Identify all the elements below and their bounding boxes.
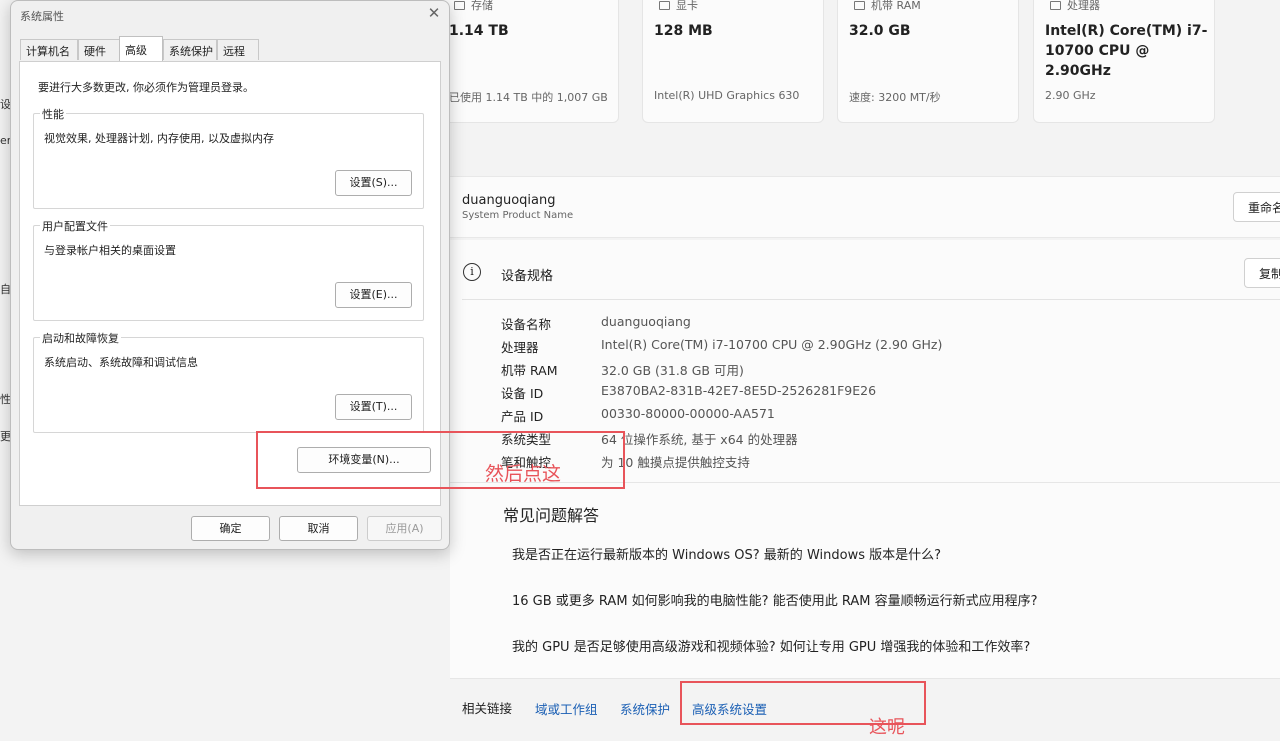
card-sub: 已使用 1.14 TB 中的 1,007 GB — [449, 91, 608, 104]
link-domain-workgroup[interactable]: 域或工作组 — [535, 699, 598, 718]
performance-group: 性能 视觉效果, 处理器计划, 内存使用, 以及虚拟内存 设置(S)... — [33, 106, 424, 209]
ram-icon — [854, 0, 865, 10]
card-caption: 存储 — [471, 0, 493, 12]
left-edge-text: 性 — [0, 393, 10, 406]
performance-settings-button[interactable]: 设置(S)... — [335, 170, 412, 196]
gpu-icon — [659, 0, 670, 10]
spec-value: 64 位操作系统, 基于 x64 的处理器 — [601, 432, 798, 447]
faq-question[interactable]: 我是否正在运行最新版本的 Windows OS? 最新的 Windows 版本是… — [512, 544, 941, 563]
left-edge-text: 设 — [0, 98, 10, 111]
group-desc: 系统启动、系统故障和调试信息 — [44, 356, 198, 369]
faq-section: 常见问题解答 我是否正在运行最新版本的 Windows OS? 最新的 Wind… — [450, 482, 1280, 678]
copy-button[interactable]: 复制 — [1244, 258, 1280, 288]
spec-value: duanguoqiang — [601, 314, 691, 329]
group-label: 启动和故障恢复 — [40, 330, 121, 346]
spec-value: Intel(R) Core(TM) i7-10700 CPU @ 2.90GHz… — [601, 337, 943, 352]
close-icon[interactable]: ✕ — [427, 6, 441, 21]
left-edge-text: 自 — [0, 283, 10, 296]
admin-notice: 要进行大多数更改, 你必须作为管理员登录。 — [38, 81, 254, 94]
startup-recovery-settings-button[interactable]: 设置(T)... — [335, 394, 412, 420]
divider — [462, 299, 1280, 300]
card-value: 1.14 TB — [449, 23, 509, 39]
left-edge-text: 更 — [0, 430, 10, 443]
related-links-label: 相关链接 — [462, 701, 513, 716]
spec-key: 设备 ID — [501, 386, 544, 401]
tab-hardware[interactable]: 硬件 — [78, 39, 120, 60]
pc-name: duanguoqiang — [462, 193, 556, 208]
spec-value: 32.0 GB (31.8 GB 可用) — [601, 363, 744, 378]
card-caption: 处理器 — [1067, 0, 1100, 12]
spec-key: 设备名称 — [501, 317, 552, 332]
tab-computer-name[interactable]: 计算机名 — [20, 39, 78, 60]
faq-title: 常见问题解答 — [503, 506, 600, 525]
spec-key: 处理器 — [501, 340, 539, 355]
annotation-text-advanced: 这呢 — [869, 717, 905, 738]
card-sub: Intel(R) UHD Graphics 630 — [654, 89, 800, 102]
group-label: 用户配置文件 — [40, 218, 110, 234]
annotation-box-env — [256, 431, 625, 489]
spec-key: 机带 RAM — [501, 363, 558, 378]
apply-button[interactable]: 应用(A) — [367, 516, 442, 541]
pc-name-sub: System Product Name — [462, 210, 574, 221]
ram-card[interactable]: 机带 RAM 32.0 GB 速度: 3200 MT/秒 — [837, 0, 1019, 123]
card-sub: 2.90 GHz — [1045, 89, 1096, 102]
card-value: 128 MB — [654, 23, 713, 39]
user-profiles-group: 用户配置文件 与登录帐户相关的桌面设置 设置(E)... — [33, 218, 424, 321]
card-value: 32.0 GB — [849, 23, 911, 39]
specs-heading: 设备规格 — [501, 269, 554, 284]
storage-icon — [454, 0, 465, 10]
info-icon: i — [463, 263, 481, 281]
group-label: 性能 — [40, 106, 66, 122]
faq-question[interactable]: 我的 GPU 是否足够使用高级游戏和视频体验? 如何让专用 GPU 增强我的体验… — [512, 636, 1030, 655]
card-value: Intel(R) Core(TM) i7-10700 CPU @ 2.90GHz — [1045, 23, 1208, 79]
spec-key: 产品 ID — [501, 409, 544, 424]
tab-remote[interactable]: 远程 — [217, 39, 259, 60]
spec-cards: 存储 1.14 TB 已使用 1.14 TB 中的 1,007 GB 显卡 12… — [437, 0, 1280, 130]
faq-question[interactable]: 16 GB 或更多 RAM 如何影响我的电脑性能? 能否使用此 RAM 容量顺畅… — [512, 590, 1038, 609]
spec-value: 00330-80000-00000-AA571 — [601, 406, 775, 421]
link-system-protection[interactable]: 系统保护 — [620, 699, 670, 718]
ok-button[interactable]: 确定 — [191, 516, 270, 541]
left-edge-text: er — [0, 134, 10, 147]
cpu-icon — [1050, 0, 1061, 10]
rename-button[interactable]: 重命名 — [1233, 192, 1280, 222]
card-caption: 显卡 — [676, 0, 698, 12]
storage-card[interactable]: 存储 1.14 TB 已使用 1.14 TB 中的 1,007 GB — [437, 0, 619, 123]
cpu-card[interactable]: 处理器 Intel(R) Core(TM) i7-10700 CPU @ 2.9… — [1033, 0, 1215, 123]
spec-value: E3870BA2-831B-42E7-8E5D-2526281F9E26 — [601, 383, 877, 398]
gpu-card[interactable]: 显卡 128 MB Intel(R) UHD Graphics 630 — [642, 0, 824, 123]
cancel-button[interactable]: 取消 — [279, 516, 358, 541]
group-desc: 视觉效果, 处理器计划, 内存使用, 以及虚拟内存 — [44, 132, 274, 145]
tab-advanced[interactable]: 高级 — [119, 36, 163, 61]
startup-recovery-group: 启动和故障恢复 系统启动、系统故障和调试信息 设置(T)... — [33, 330, 424, 433]
card-caption: 机带 RAM — [871, 0, 921, 12]
card-sub: 速度: 3200 MT/秒 — [849, 91, 941, 104]
group-desc: 与登录帐户相关的桌面设置 — [44, 244, 176, 257]
user-profiles-settings-button[interactable]: 设置(E)... — [335, 282, 412, 308]
tab-system-protection[interactable]: 系统保护 — [163, 39, 217, 60]
dialog-title: 系统属性 — [20, 10, 64, 23]
device-name-row: duanguoqiang System Product Name 重命名 — [450, 176, 1280, 238]
annotation-text-env: 然后点这 — [485, 463, 562, 485]
